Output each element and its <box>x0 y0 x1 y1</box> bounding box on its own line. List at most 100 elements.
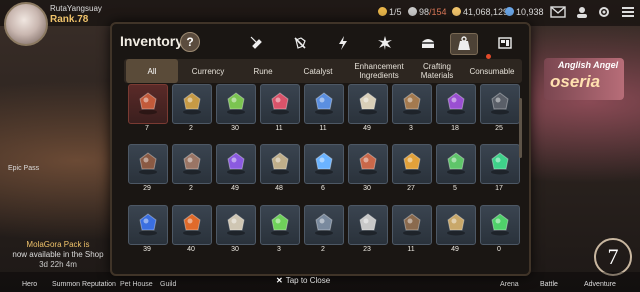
tab-consumable[interactable]: Consumable <box>464 59 520 83</box>
item-quantity: 18 <box>451 125 459 132</box>
green-potion-icon <box>447 152 465 175</box>
item-slot[interactable] <box>480 205 520 245</box>
item-quantity: 29 <box>143 185 151 192</box>
coin-chest-icon <box>139 92 157 115</box>
item-slot[interactable] <box>304 84 344 124</box>
rifle-icon <box>403 213 421 236</box>
nav-arena[interactable]: Arena <box>500 281 519 288</box>
item-slot[interactable] <box>436 205 476 245</box>
news-countdown: 3d 22h 4m <box>39 260 77 269</box>
chest-icon <box>422 39 434 48</box>
gold-counter[interactable]: 41,068,129 <box>452 7 508 17</box>
item-slot[interactable] <box>348 84 388 124</box>
friends-icon[interactable] <box>574 6 590 18</box>
tab-all[interactable]: All <box>126 59 178 83</box>
item-slot[interactable] <box>172 144 212 184</box>
banner-line2: oseria <box>550 72 601 91</box>
item-quantity: 30 <box>231 246 239 253</box>
nav-hero[interactable]: Hero <box>22 281 37 288</box>
nav-adventure[interactable]: Adventure <box>584 281 616 288</box>
filter-lightning[interactable] <box>330 33 356 53</box>
item-slot[interactable] <box>436 144 476 184</box>
gold-icon <box>452 7 461 16</box>
tab-crafting[interactable]: Crafting Materials <box>414 59 460 83</box>
item-slot[interactable] <box>128 144 168 184</box>
nav-guild[interactable]: Guild <box>160 281 176 288</box>
event-banner[interactable]: Anglish Angel oseria <box>544 58 624 100</box>
scrollbar[interactable] <box>519 98 522 158</box>
item-slot[interactable] <box>172 205 212 245</box>
item-quantity: 25 <box>495 125 503 132</box>
equipment-icon <box>250 36 262 49</box>
item-slot[interactable] <box>128 205 168 245</box>
epic-pass-button[interactable]: Epic Pass <box>8 165 39 172</box>
inventory-modal: Inventory ? All Currency Rune Catalyst E… <box>110 22 531 276</box>
tab-catalyst[interactable]: Catalyst <box>292 59 344 83</box>
item-slot[interactable] <box>392 144 432 184</box>
green-orbs-icon <box>271 213 289 236</box>
crystal-icon <box>505 7 514 16</box>
news-title: MolaGora Pack is <box>26 240 90 249</box>
menu-icon[interactable] <box>620 6 636 18</box>
item-slot[interactable] <box>128 84 168 124</box>
item-quantity: 30 <box>363 185 371 192</box>
wings-icon <box>447 213 465 236</box>
item-quantity: 2 <box>189 185 193 192</box>
item-slot[interactable] <box>392 84 432 124</box>
item-slot[interactable] <box>260 84 300 124</box>
mail-icon[interactable] <box>550 6 566 18</box>
news-ticker[interactable]: MolaGora Pack is now available in the Sh… <box>10 240 106 270</box>
skull-icon <box>227 213 245 236</box>
item-slot[interactable] <box>172 84 212 124</box>
green-pyramid-icon <box>227 92 245 115</box>
item-quantity: 2 <box>189 125 193 132</box>
item-slot[interactable] <box>304 144 344 184</box>
stamina-counter[interactable]: 1/5 <box>378 7 402 17</box>
item-slot[interactable] <box>480 84 520 124</box>
item-slot[interactable] <box>216 144 256 184</box>
nav-battle[interactable]: Battle <box>540 281 558 288</box>
nav-reputation[interactable]: Reputation <box>82 281 116 288</box>
filter-crafting[interactable] <box>450 33 478 55</box>
spellbook-icon <box>359 152 377 175</box>
item-slot[interactable] <box>348 205 388 245</box>
coin-counter[interactable]: 98/154 <box>408 7 447 17</box>
filter-equipment[interactable] <box>243 33 269 53</box>
item-slot[interactable] <box>216 205 256 245</box>
item-quantity: 6 <box>321 185 325 192</box>
purple-eye-icon <box>447 92 465 115</box>
item-slot[interactable] <box>304 205 344 245</box>
item-quantity: 3 <box>409 125 413 132</box>
amulet-icon <box>271 152 289 175</box>
item-slot[interactable] <box>436 84 476 124</box>
item-slot[interactable] <box>348 144 388 184</box>
inventory-title: Inventory <box>120 33 184 49</box>
filter-inventory[interactable] <box>492 33 518 53</box>
adventure-counter[interactable]: 7 <box>594 238 632 276</box>
item-slot[interactable] <box>480 144 520 184</box>
nav-summon[interactable]: Summon <box>52 281 80 288</box>
filter-chest[interactable] <box>415 33 441 53</box>
tab-rune[interactable]: Rune <box>238 59 288 83</box>
item-slot[interactable] <box>216 84 256 124</box>
crystal-counter[interactable]: 10,938 <box>505 7 544 17</box>
leather-hood-icon <box>403 92 421 115</box>
tab-enhancement[interactable]: Enhancement Ingredients <box>348 59 410 83</box>
item-slot[interactable] <box>392 205 432 245</box>
nav-pet-house[interactable]: Pet House <box>120 281 153 288</box>
item-slot[interactable] <box>260 144 300 184</box>
tab-currency[interactable]: Currency <box>182 59 234 83</box>
crystal-pendant-icon <box>315 152 333 175</box>
item-slot[interactable] <box>260 205 300 245</box>
help-button[interactable]: ? <box>180 32 200 52</box>
close-button[interactable]: ✕ Tap to Close <box>276 276 330 285</box>
filter-burst[interactable] <box>372 33 398 53</box>
item-quantity: 30 <box>231 125 239 132</box>
filter-no-equipment[interactable] <box>287 33 313 53</box>
player-avatar[interactable] <box>4 2 48 46</box>
settings-icon[interactable] <box>596 6 612 18</box>
category-tabs: All Currency Rune Catalyst Enhancement I… <box>124 59 522 83</box>
dagger-icon <box>359 213 377 236</box>
item-quantity: 11 <box>407 246 415 253</box>
green-gem-icon <box>491 213 509 236</box>
